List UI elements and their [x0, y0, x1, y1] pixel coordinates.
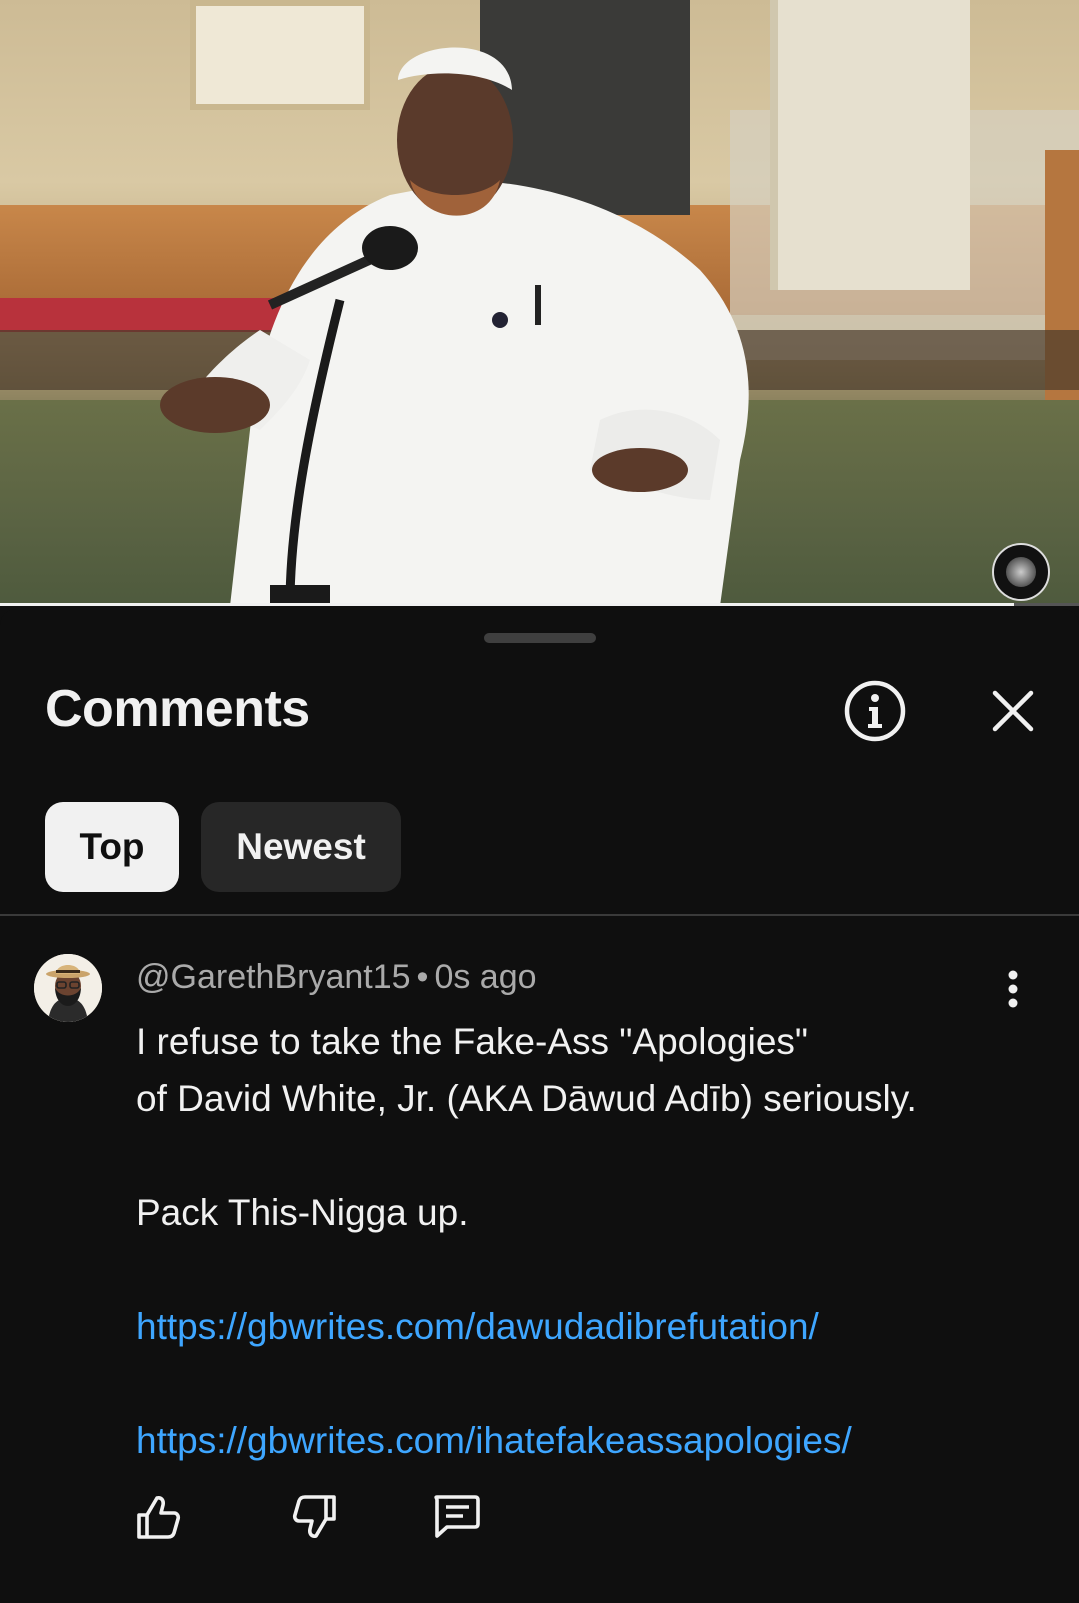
- sort-chip-top[interactable]: Top: [45, 802, 179, 892]
- comment-author[interactable]: @GarethBryant15: [136, 958, 411, 996]
- comments-sheet: Comments Top Newest @GarethBryant15•0s: [0, 609, 1079, 1603]
- comment-time: 0s ago: [434, 958, 537, 996]
- info-button[interactable]: [842, 678, 908, 744]
- comment-line: of David White, Jr. (AKA Dāwud Adīb) ser…: [136, 1078, 917, 1119]
- video-progress-fill: [0, 603, 1015, 606]
- reply-button[interactable]: [430, 1489, 482, 1545]
- thumbs-down-icon: [292, 1495, 336, 1538]
- avatar[interactable]: [34, 954, 102, 1022]
- more-vertical-icon: [1008, 970, 1018, 1008]
- comment-meta: @GarethBryant15 • 0s ago: [136, 958, 537, 997]
- comment-link[interactable]: https://gbwrites.com/dawudadibrefutation…: [136, 1306, 819, 1347]
- comment-text: I refuse to take the Fake-Ass "Apologies…: [136, 1013, 1036, 1469]
- video-frame-speaker: [160, 47, 749, 606]
- comment-line: I refuse to take the Fake-Ass "Apologies…: [136, 1021, 809, 1062]
- comment-link[interactable]: https://gbwrites.com/ihatefakeassapologi…: [136, 1420, 852, 1461]
- info-icon: [844, 680, 906, 742]
- reply-icon: [434, 1495, 480, 1538]
- video-progress-bar[interactable]: [0, 603, 1079, 606]
- sheet-divider: [0, 914, 1079, 916]
- close-button[interactable]: [985, 678, 1041, 744]
- podcast-logo-icon: [992, 543, 1050, 601]
- comment-more-button[interactable]: [995, 959, 1031, 1019]
- like-button[interactable]: [134, 1489, 182, 1545]
- meta-separator: •: [416, 958, 429, 996]
- sort-chip-newest[interactable]: Newest: [201, 802, 401, 892]
- comments-title: Comments: [45, 680, 310, 738]
- close-icon: [992, 690, 1034, 732]
- thumbs-up-icon: [137, 1496, 181, 1539]
- comment-line: Pack This-Nigga up.: [136, 1192, 469, 1233]
- video-player[interactable]: [0, 0, 1079, 606]
- sheet-drag-handle[interactable]: [484, 633, 596, 643]
- dislike-button[interactable]: [291, 1489, 339, 1545]
